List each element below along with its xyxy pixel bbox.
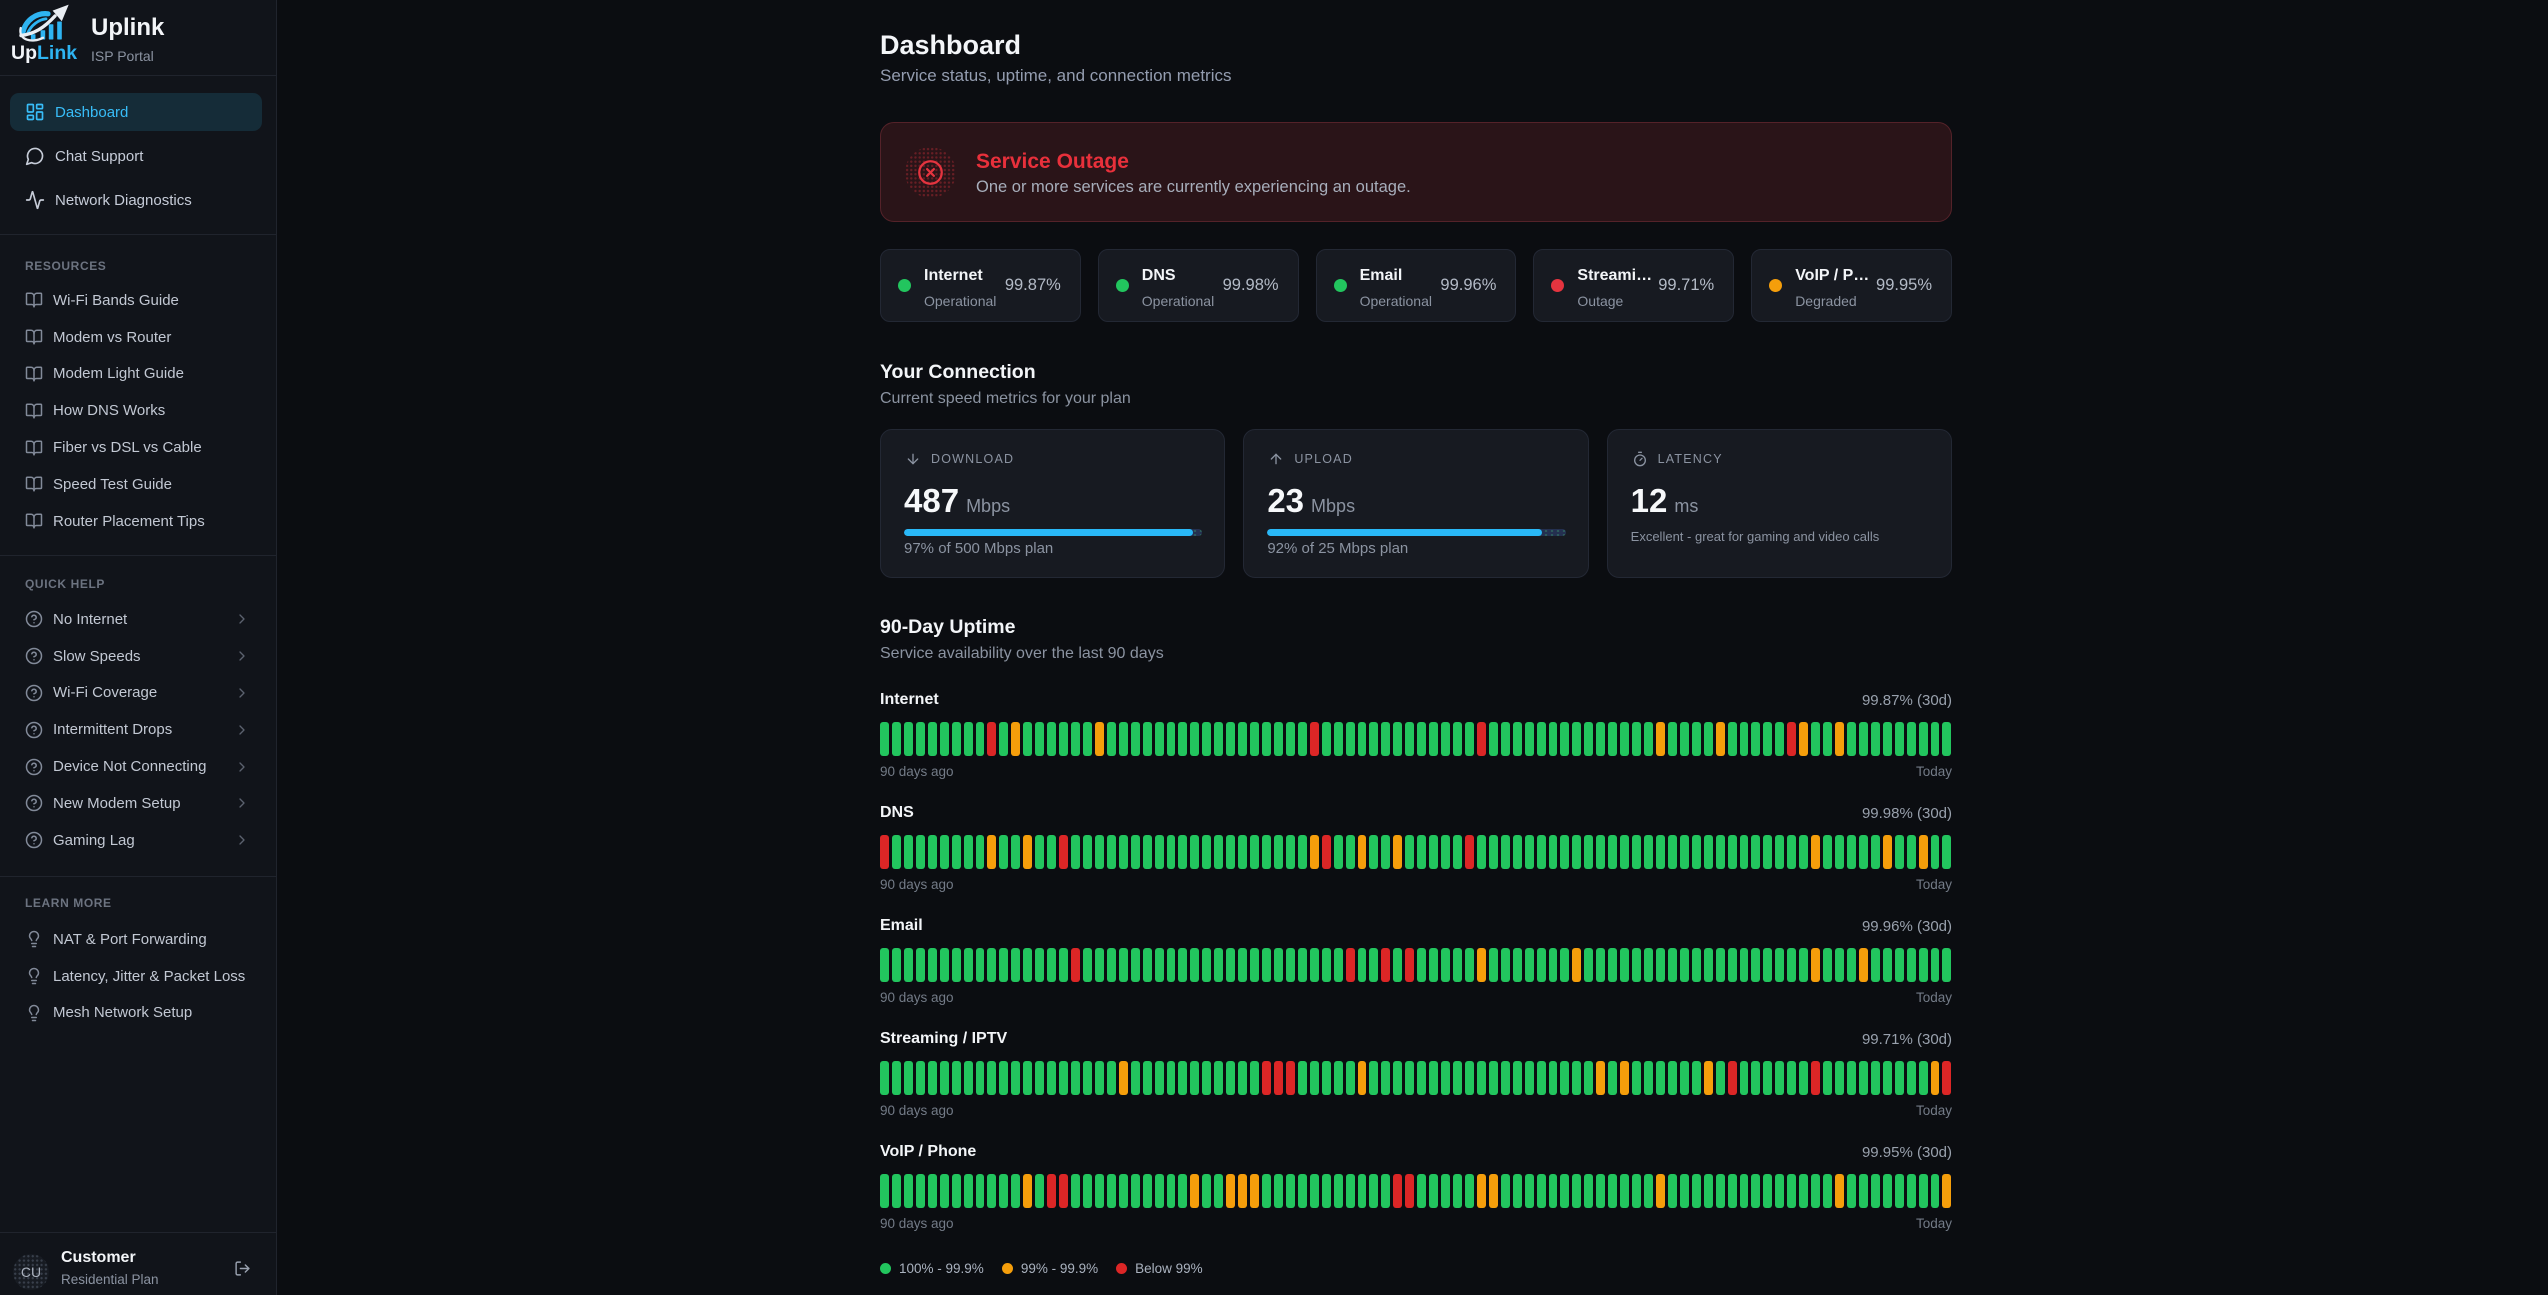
svg-text:UpLink: UpLink [11, 42, 77, 64]
